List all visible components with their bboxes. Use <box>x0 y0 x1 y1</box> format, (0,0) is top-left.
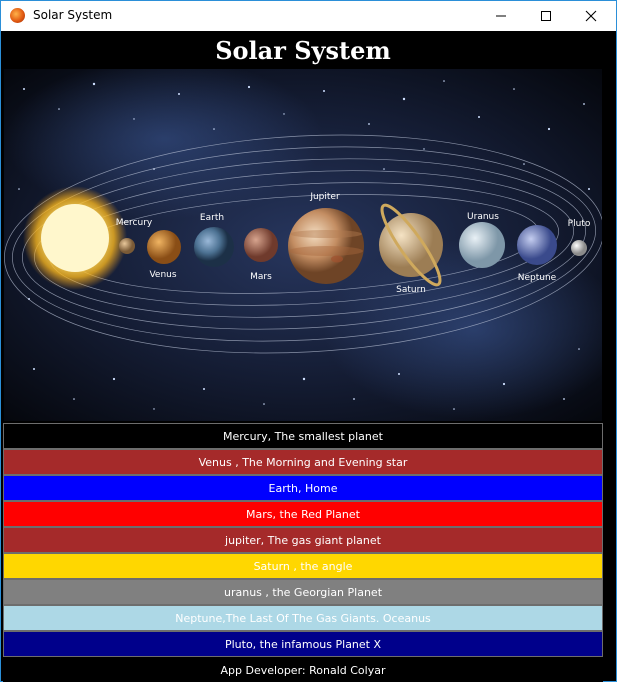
planet-row-label: uranus , the Georgian Planet <box>223 585 383 599</box>
neptune-planet <box>517 225 557 265</box>
planet-row-jupiter[interactable]: jupiter, The gas giant planet <box>3 527 603 553</box>
neptune-label: Neptune <box>518 273 557 283</box>
earth-planet <box>194 227 234 267</box>
window-title: Solar System <box>33 8 113 22</box>
venus-planet <box>147 230 181 264</box>
uranus-label: Uranus <box>467 212 499 222</box>
planet-row-neptune[interactable]: Neptune,The Last Of The Gas Giants. Ocea… <box>3 605 603 631</box>
pluto-planet <box>571 240 587 256</box>
solar-system-image: Mercury Venus Earth Mars Jupiter Saturn … <box>4 69 602 421</box>
planet-row-label: Earth, Home <box>268 481 338 495</box>
planet-row-label: Mercury, The smallest planet <box>223 429 383 443</box>
uranus-planet <box>459 222 505 268</box>
planet-row-mars[interactable]: Mars, the Red Planet <box>3 501 603 527</box>
jupiter-planet <box>288 208 364 284</box>
planet-row-label: Venus , The Morning and Evening star <box>198 455 408 469</box>
minimize-icon <box>496 15 506 17</box>
app-window: Solar System Solar System Mercury Venus … <box>0 0 617 682</box>
page-title: Solar System <box>215 35 391 65</box>
planet-row-label: Mars, the Red Planet <box>246 507 360 521</box>
planet-row-saturn[interactable]: Saturn , the angle <box>3 553 603 579</box>
app-icon <box>10 8 25 23</box>
planet-row-venus[interactable]: Venus , The Morning and Evening star <box>3 449 603 475</box>
planet-row-mercury[interactable]: Mercury, The smallest planet <box>3 423 603 449</box>
developer-credit: App Developer: Ronald Colyar <box>220 663 386 677</box>
minimize-button[interactable] <box>478 1 524 31</box>
mercury-label: Mercury <box>116 218 153 228</box>
venus-label: Venus <box>149 270 176 280</box>
pluto-label: Pluto <box>568 219 591 229</box>
planet-row-uranus[interactable]: uranus , the Georgian Planet <box>3 579 603 605</box>
close-icon <box>585 10 597 22</box>
planet-list: Mercury, The smallest planet Venus , The… <box>3 423 603 657</box>
planet-row-label: Saturn , the angle <box>253 559 353 573</box>
planet-row-pluto[interactable]: Pluto, the infamous Planet X <box>3 631 603 657</box>
mars-label: Mars <box>250 272 272 282</box>
title-bar[interactable]: Solar System <box>1 1 616 31</box>
planet-row-label: jupiter, The gas giant planet <box>225 533 381 547</box>
sun <box>41 204 109 272</box>
close-button[interactable] <box>568 1 614 31</box>
maximize-button[interactable] <box>523 1 569 31</box>
planet-row-label: Neptune,The Last Of The Gas Giants. Ocea… <box>175 611 431 625</box>
planet-row-label: Pluto, the infamous Planet X <box>224 637 382 651</box>
saturn-label: Saturn <box>396 285 426 295</box>
earth-label: Earth <box>200 213 224 223</box>
main-content: Solar System Mercury Venus Earth Mars Ju… <box>3 31 603 682</box>
mercury-planet <box>119 238 135 254</box>
planet-row-earth[interactable]: Earth, Home <box>3 475 603 501</box>
mars-planet <box>244 228 278 262</box>
jupiter-label: Jupiter <box>309 192 340 202</box>
maximize-icon <box>541 11 551 21</box>
